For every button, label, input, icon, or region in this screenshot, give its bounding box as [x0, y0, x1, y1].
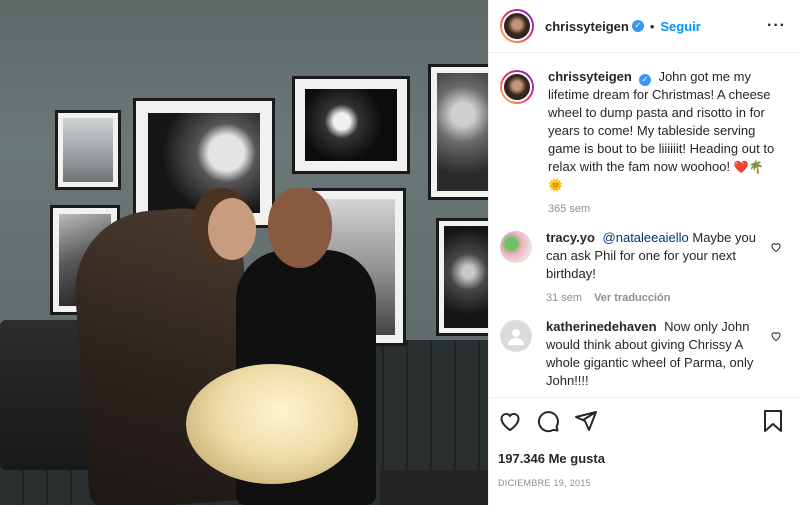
comment-meta: 31 sem Ver traducción [546, 292, 776, 304]
photo-woman-head [208, 198, 256, 260]
share-paper-plane-icon[interactable] [574, 409, 598, 433]
comment: katherinedehaven Now only John would thi… [500, 318, 784, 390]
default-user-icon [508, 329, 524, 345]
more-options-icon[interactable]: ··· [767, 17, 786, 35]
caption-username[interactable]: chrissyteigen [548, 69, 632, 84]
comments-list[interactable]: chrissyteigen ✓ John got me my lifetime d… [489, 53, 800, 397]
comment-text-block: tracy.yo @nataleeaiello Maybe you can as… [546, 229, 776, 283]
like-comment-heart-icon[interactable] [770, 330, 782, 342]
save-bookmark-icon[interactable] [762, 409, 784, 433]
author-avatar[interactable] [500, 9, 534, 43]
photo-cheese-wheel [186, 364, 358, 484]
likes-count[interactable]: 197.346 Me gusta [498, 451, 784, 466]
photo-floor [380, 470, 488, 505]
comment-mention[interactable]: @nataleeaiello [603, 230, 689, 245]
post-header: chrissyteigen ✓ • Seguir ··· [489, 0, 800, 53]
author-username[interactable]: chrissyteigen [545, 19, 629, 34]
verified-icon: ✓ [638, 74, 651, 86]
separator-dot: • [649, 18, 655, 34]
comment: tracy.yo @nataleeaiello Maybe you can as… [500, 229, 784, 304]
comment-username[interactable]: tracy.yo [546, 230, 595, 245]
comment-username[interactable]: katherinedehaven [546, 319, 657, 334]
commenter-avatar[interactable] [500, 231, 532, 263]
caption-meta: 365 sem [548, 203, 778, 215]
photo-frame [292, 76, 410, 174]
translate-link[interactable]: Ver traducción [594, 292, 670, 304]
comment-time[interactable]: 31 sem [546, 292, 582, 304]
photo-frame [133, 98, 275, 228]
photo-frame [428, 64, 488, 200]
follow-button[interactable]: Seguir [660, 19, 700, 34]
photo-frame [55, 110, 121, 190]
caption: chrissyteigen ✓ John got me my lifetime d… [500, 68, 784, 215]
caption-time[interactable]: 365 sem [548, 203, 590, 215]
photo-man-head [268, 188, 332, 268]
caption-text-block: chrissyteigen ✓ John got me my lifetime d… [548, 68, 778, 194]
comment-bubble-icon[interactable] [536, 409, 560, 433]
photo-frame [436, 218, 488, 336]
like-comment-heart-icon[interactable] [770, 241, 782, 253]
comment-text-block: katherinedehaven Now only John would thi… [546, 318, 776, 390]
post-sidebar: chrissyteigen ✓ • Seguir ··· chrissyteig… [488, 0, 800, 505]
commenter-avatar[interactable] [500, 320, 532, 352]
like-heart-icon[interactable] [498, 409, 522, 433]
instagram-post: chrissyteigen ✓ • Seguir ··· chrissyteig… [0, 0, 800, 505]
verified-icon: ✓ [631, 20, 644, 32]
post-date[interactable]: Diciembre 19, 2015 [498, 478, 784, 488]
post-photo[interactable] [0, 0, 488, 505]
caption-text: John got me my lifetime dream for Christ… [548, 69, 775, 174]
action-icons [498, 408, 784, 434]
caption-avatar[interactable] [500, 70, 534, 104]
post-actions: 197.346 Me gusta Diciembre 19, 2015 [489, 397, 800, 505]
